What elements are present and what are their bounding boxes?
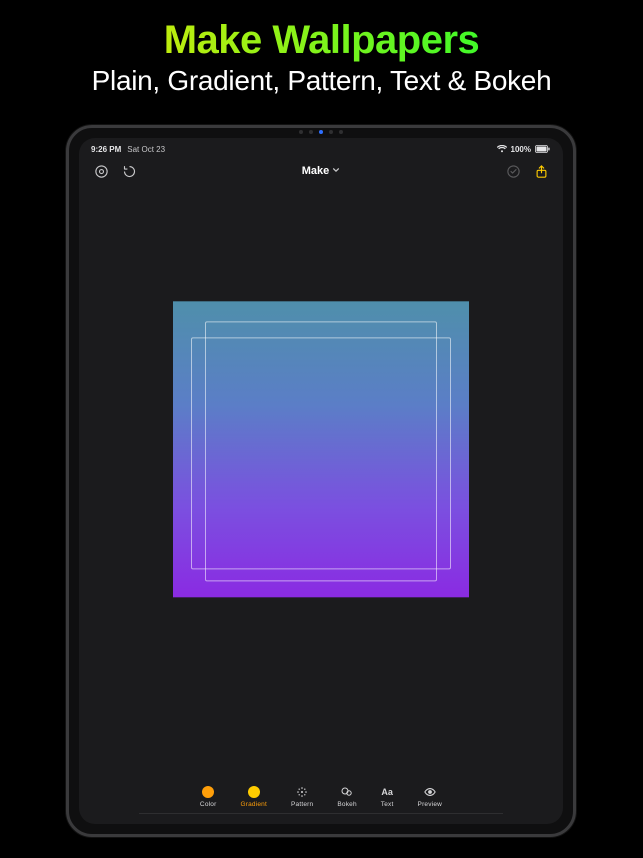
- status-bar: 9:26 PM Sat Oct 23 100%: [79, 138, 563, 152]
- bottom-toolbar: Color Gradient Pattern Bokeh: [79, 760, 563, 824]
- crop-frame-landscape: [191, 337, 451, 569]
- settings-icon[interactable]: [93, 163, 109, 179]
- status-date: Sat Oct 23: [127, 145, 165, 154]
- navbar-title: Make: [302, 165, 330, 177]
- promo-header: Make Wallpapers Plain, Gradient, Pattern…: [0, 0, 643, 97]
- undo-icon[interactable]: [121, 163, 137, 179]
- sync-disabled-icon: [505, 163, 521, 179]
- promo-title: Make Wallpapers: [0, 18, 643, 63]
- tool-row: Color Gradient Pattern Bokeh: [79, 786, 563, 808]
- tool-color[interactable]: Color: [200, 786, 217, 808]
- tool-label: Text: [381, 801, 394, 808]
- gradient-preview: [173, 301, 469, 597]
- tool-pattern[interactable]: Pattern: [291, 786, 313, 808]
- status-time: 9:26 PM: [91, 145, 121, 154]
- promo-subtitle: Plain, Gradient, Pattern, Text & Bokeh: [0, 65, 643, 97]
- chevron-down-icon: [332, 166, 340, 176]
- bokeh-icon: [341, 786, 353, 798]
- battery-icon: [535, 145, 551, 153]
- pattern-icon: [296, 786, 308, 798]
- toolbar-divider: [139, 813, 503, 814]
- tool-label: Color: [200, 801, 217, 808]
- tablet-frame: 9:26 PM Sat Oct 23 100%: [66, 125, 576, 837]
- tool-label: Gradient: [240, 801, 267, 808]
- eye-icon: [424, 786, 436, 798]
- tool-label: Pattern: [291, 801, 313, 808]
- text-icon: Aa: [381, 786, 393, 798]
- tool-text[interactable]: Aa Text: [381, 786, 394, 808]
- screen: 9:26 PM Sat Oct 23 100%: [79, 138, 563, 824]
- camera-cluster: [299, 130, 343, 134]
- color-swatch-icon: [202, 786, 214, 798]
- gradient-swatch-icon: [248, 786, 260, 798]
- tool-preview[interactable]: Preview: [418, 786, 443, 808]
- wallpaper-canvas[interactable]: [79, 186, 563, 760]
- tool-label: Bokeh: [337, 801, 356, 808]
- tool-gradient[interactable]: Gradient: [240, 786, 267, 808]
- battery-percent: 100%: [511, 145, 531, 154]
- wifi-icon: [497, 145, 507, 153]
- share-icon[interactable]: [533, 163, 549, 179]
- tool-label: Preview: [418, 801, 443, 808]
- top-navbar: Make: [79, 156, 563, 186]
- navbar-title-button[interactable]: Make: [302, 165, 341, 177]
- tool-bokeh[interactable]: Bokeh: [337, 786, 356, 808]
